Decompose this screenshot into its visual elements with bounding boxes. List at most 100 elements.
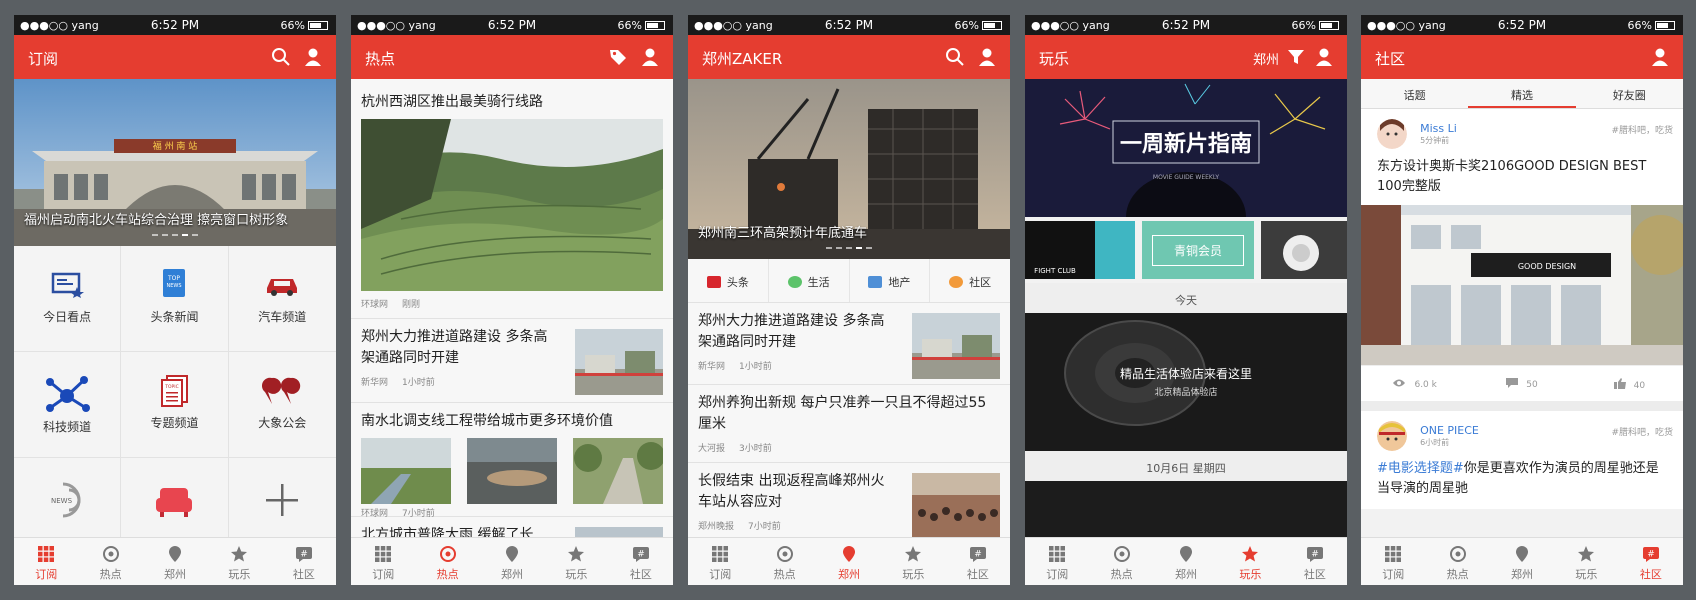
tab-local[interactable]: 郑州 <box>480 538 544 585</box>
category-community[interactable]: 社区 <box>930 259 1010 302</box>
svg-text:#: # <box>1647 550 1655 560</box>
target-icon <box>102 546 119 562</box>
channel-grid: 今日看点 TOP NEWS 头条新闻 汽车频道 科技频道 TOPIC 专题频道 大… <box>14 246 336 564</box>
next-card[interactable] <box>1025 481 1347 541</box>
post-card[interactable]: ONE PIECE 6小时前 #腊科吧，吃货 #电影选择题#你是更喜欢作为演员的… <box>1361 411 1683 509</box>
location-pin-icon <box>1516 546 1529 562</box>
location-pin-icon <box>1180 546 1193 562</box>
grid-icon <box>1049 546 1066 562</box>
hash-chat-icon: # <box>1642 547 1659 562</box>
category-property[interactable]: 地产 <box>850 259 931 302</box>
good-design-store-photo: GOOD DESIGN <box>1361 205 1683 365</box>
svg-text:TOPIC: TOPIC <box>165 384 179 390</box>
tab-local[interactable]: 郑州 <box>1490 538 1554 585</box>
article-item[interactable]: 南水北调支线工程带给城市更多环境价值 环球网 7小时前 <box>351 403 673 519</box>
page-title: 社区 <box>1375 50 1406 68</box>
tab-local[interactable]: 郑州 <box>817 538 881 585</box>
promo-card[interactable]: 精品生活体验店来看这里 北京精品体验店 <box>1025 313 1347 451</box>
article-item[interactable]: 长假结束 出现返程高峰郑州火车站从容应对 郑州晚报 7小时前 <box>688 463 1010 547</box>
membership-tile[interactable]: 青铜会员 <box>1142 221 1254 279</box>
tab-subscribe[interactable]: 订阅 <box>1361 538 1425 585</box>
subtab-friends[interactable]: 好友圈 <box>1576 79 1683 108</box>
svg-text:MOVIE GUIDE WEEKLY: MOVIE GUIDE WEEKLY <box>1153 174 1219 181</box>
post-tag[interactable]: #腊科吧，吃货 <box>1611 425 1673 438</box>
nav-bar: 订阅 <box>14 35 336 79</box>
post-card[interactable]: Miss Li 5分钟前 #腊科吧，吃货 东方设计奥斯卡奖2106GOOD DE… <box>1361 109 1683 205</box>
channel-daxiang[interactable]: 大象公会 <box>228 352 336 458</box>
channel-auto[interactable]: 汽车频道 <box>228 246 336 352</box>
category-life[interactable]: 生活 <box>769 259 850 302</box>
headphones-tile[interactable] <box>1261 221 1347 279</box>
filter-icon[interactable] <box>1285 46 1307 68</box>
city-selector[interactable]: 郑州 <box>1253 49 1279 68</box>
tab-fun[interactable]: 玩乐 <box>881 538 945 585</box>
tab-subscribe[interactable]: 订阅 <box>1025 538 1089 585</box>
tab-subscribe[interactable]: 订阅 <box>688 538 752 585</box>
tab-hot[interactable]: 热点 <box>1425 538 1489 585</box>
subtab-featured[interactable]: 精选 <box>1468 79 1576 108</box>
user-icon[interactable] <box>976 46 998 68</box>
hero-carousel[interactable]: 郑州南三环高架预计年底通车 <box>688 79 1010 259</box>
channel-today[interactable]: 今日看点 <box>14 246 122 352</box>
avatar[interactable] <box>1377 119 1407 149</box>
tab-local[interactable]: 郑州 <box>1154 538 1218 585</box>
tab-fun[interactable]: 玩乐 <box>207 538 271 585</box>
news-feed-icon: NEWS <box>51 482 81 518</box>
star-icon <box>1242 546 1259 562</box>
channel-topics[interactable]: TOPIC 专题频道 <box>121 352 229 458</box>
date-label: 10月6日 星期四 <box>1025 451 1347 481</box>
channel-tech[interactable]: 科技频道 <box>14 352 122 458</box>
tab-hot[interactable]: 热点 <box>415 538 479 585</box>
search-icon[interactable] <box>944 46 966 68</box>
article-item[interactable]: 郑州大力推进道路建设 多条高架通路同时开建 新华网 1小时前 <box>688 303 1010 385</box>
tab-community[interactable]: # 社区 <box>609 538 673 585</box>
tab-hot[interactable]: 热点 <box>78 538 142 585</box>
tab-local[interactable]: 郑州 <box>143 538 207 585</box>
hash-chat-icon: # <box>1306 547 1323 562</box>
comments-count[interactable]: 50 <box>1468 366 1575 401</box>
tab-community[interactable]: # 社区 <box>1283 538 1347 585</box>
nav-bar: 社区 <box>1361 35 1683 79</box>
views-count[interactable]: 6.0 k <box>1361 366 1468 401</box>
category-headlines[interactable]: 头条 <box>688 259 769 302</box>
username[interactable]: ONE PIECE <box>1420 424 1479 437</box>
tab-subscribe[interactable]: 订阅 <box>351 538 415 585</box>
article-item[interactable]: 郑州养狗出新规 每户只准养一只且不得超过55厘米 大河报 3小时前 <box>688 385 1010 463</box>
subtab-topics[interactable]: 话题 <box>1361 79 1468 108</box>
tab-bar: 订阅 热点 郑州 玩乐 # 社区 <box>1025 537 1347 585</box>
tab-hot[interactable]: 热点 <box>1089 538 1153 585</box>
headline-card[interactable]: 杭州西湖区推出最美骑行线路 环球网 刚刚 <box>351 79 673 319</box>
tab-community[interactable]: # 社区 <box>1619 538 1683 585</box>
article-item[interactable]: 郑州大力推进道路建设 多条高架通路同时开建 新华网 1小时前 <box>351 319 673 403</box>
tab-community[interactable]: # 社区 <box>272 538 336 585</box>
canal-thumbnail <box>361 438 451 504</box>
fight-club-tile[interactable]: FIGHT CLUB <box>1025 221 1135 279</box>
tab-fun[interactable]: 玩乐 <box>1554 538 1618 585</box>
hero-carousel[interactable]: 福 州 南 站 福州启动南北火车站综合治理 擦亮窗口树形象 <box>14 79 336 246</box>
svg-text:福 州 南 站: 福 州 南 站 <box>153 140 198 152</box>
avatar[interactable] <box>1377 421 1407 451</box>
quote-icon <box>262 377 301 404</box>
tag-icon[interactable] <box>607 46 629 68</box>
channel-headlines[interactable]: TOP NEWS 头条新闻 <box>121 246 229 352</box>
battery-icon <box>308 21 328 30</box>
tab-hot[interactable]: 热点 <box>752 538 816 585</box>
user-icon[interactable] <box>1649 46 1671 68</box>
location-pin-icon <box>506 546 519 562</box>
username[interactable]: Miss Li <box>1420 122 1457 135</box>
grid-icon <box>1385 546 1402 562</box>
tab-subscribe[interactable]: 订阅 <box>14 538 78 585</box>
hashtag-link[interactable]: #电影选择题# <box>1377 461 1464 476</box>
tab-fun[interactable]: 玩乐 <box>1218 538 1282 585</box>
search-icon[interactable] <box>270 46 292 68</box>
post-tag[interactable]: #腊科吧，吃货 <box>1611 123 1673 136</box>
tab-community[interactable]: # 社区 <box>946 538 1010 585</box>
svg-text:#: # <box>300 550 308 560</box>
user-icon[interactable] <box>302 46 324 68</box>
user-icon[interactable] <box>639 46 661 68</box>
likes-count[interactable]: 40 <box>1576 366 1683 401</box>
movie-guide-banner[interactable]: 一周新片指南 MOVIE GUIDE WEEKLY <box>1025 79 1347 262</box>
user-icon[interactable] <box>1313 46 1335 68</box>
tab-fun[interactable]: 玩乐 <box>544 538 608 585</box>
location-pin-icon <box>169 546 182 562</box>
